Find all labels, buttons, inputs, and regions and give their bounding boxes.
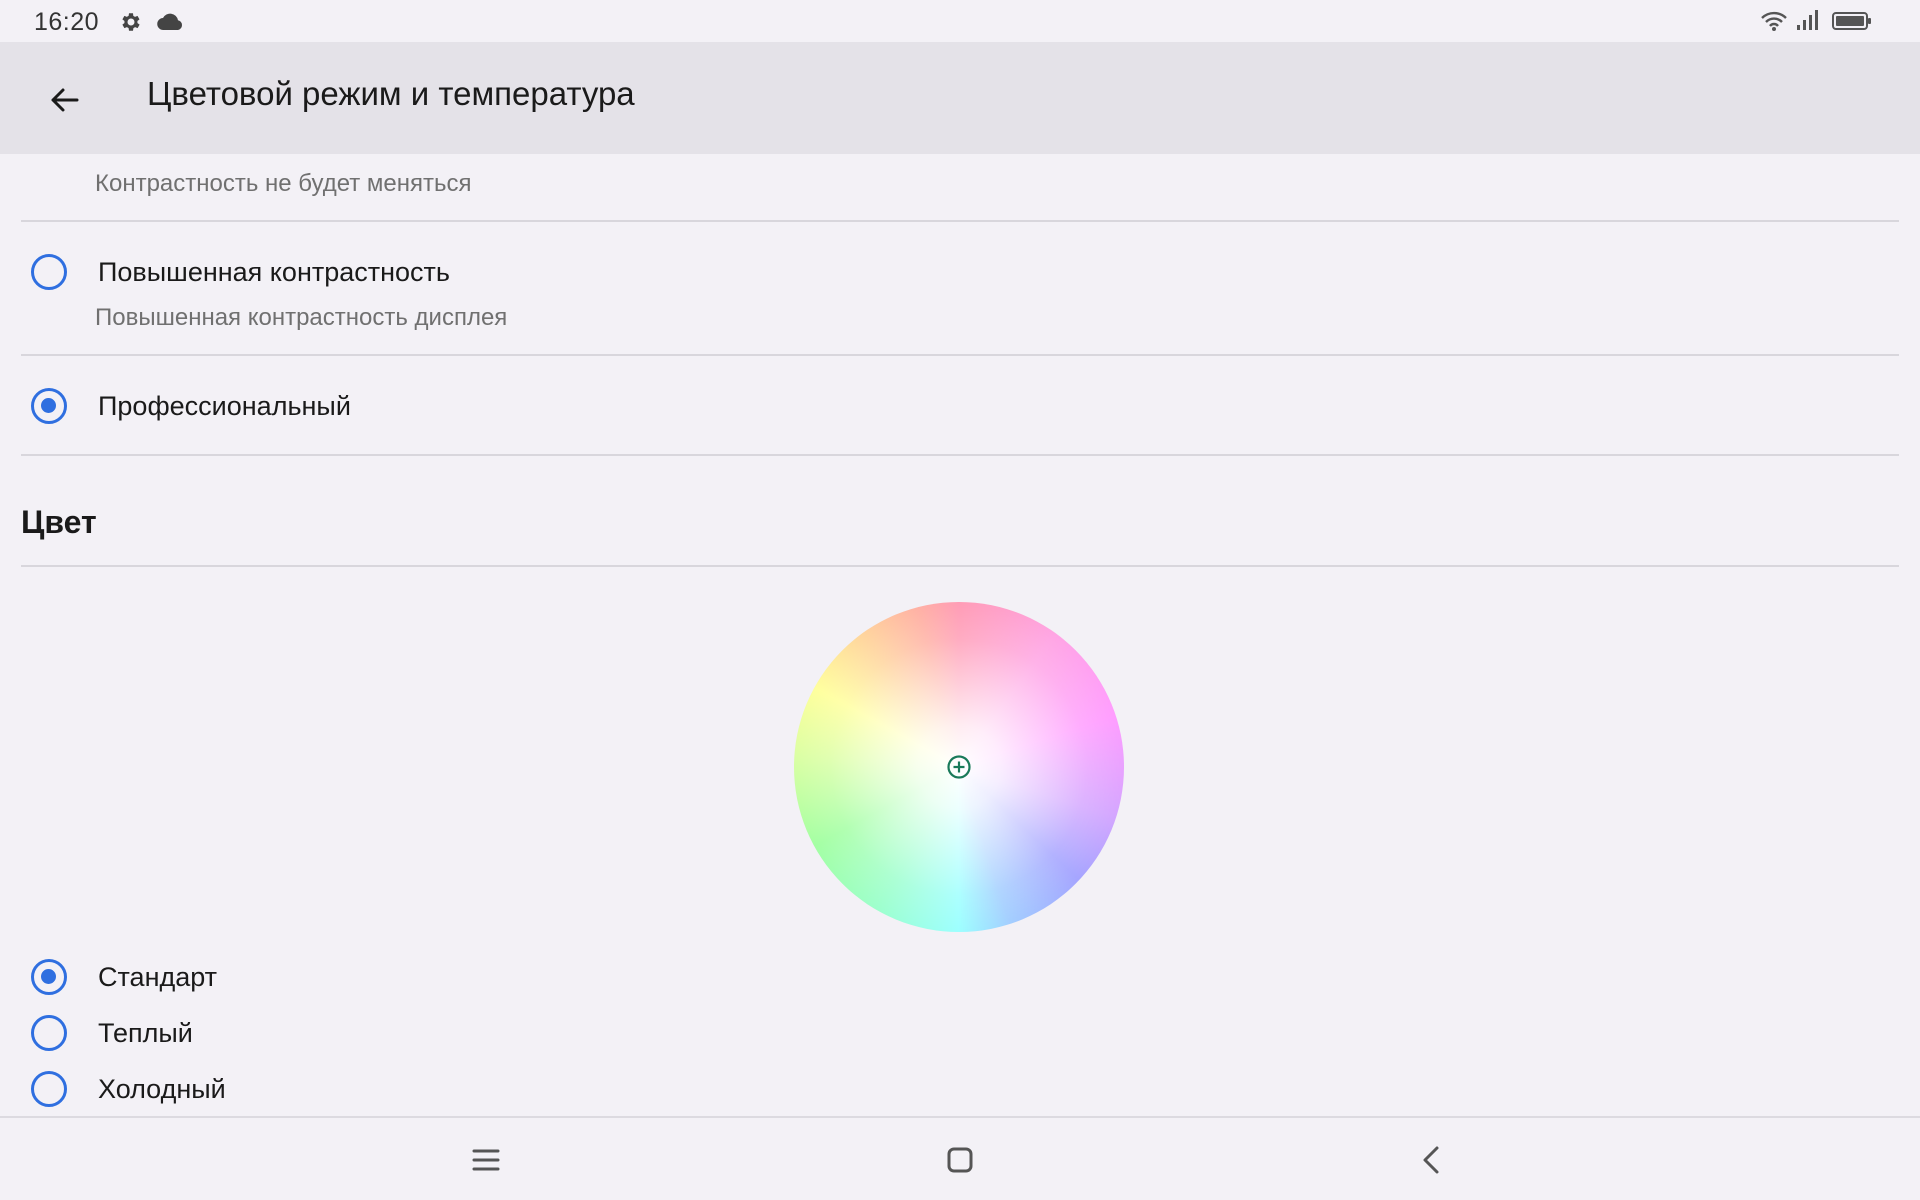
radio-professional[interactable] <box>31 388 67 424</box>
home-button[interactable] <box>938 1138 982 1182</box>
divider <box>21 454 1899 456</box>
radio-cold[interactable] <box>31 1071 67 1107</box>
option-title: Стандарт <box>98 962 218 992</box>
back-icon <box>1423 1146 1439 1174</box>
radio-standard[interactable] <box>31 959 67 995</box>
menu-icon <box>472 1149 500 1171</box>
cloud-icon <box>157 13 183 31</box>
divider <box>21 354 1899 356</box>
radio-warm[interactable] <box>31 1015 67 1051</box>
battery-icon <box>1832 12 1871 30</box>
section-header-color: Цвет <box>21 504 97 540</box>
option-title: Теплый <box>98 1018 193 1048</box>
navigation-bar <box>0 1116 1920 1200</box>
app-bar: Цветовой режим и температура <box>0 42 1920 154</box>
recents-button[interactable] <box>464 1138 508 1182</box>
wifi-icon <box>1761 11 1787 31</box>
divider <box>21 565 1899 567</box>
divider <box>21 220 1899 222</box>
signal-icon <box>1797 10 1818 30</box>
option-title: Профессиональный <box>98 391 351 421</box>
radio-high-contrast[interactable] <box>31 254 67 290</box>
back-button[interactable] <box>36 72 92 128</box>
option-title: Повышенная контрастность <box>98 257 450 287</box>
nav-back-button[interactable] <box>1410 1138 1454 1182</box>
option-subtitle: Повышенная контрастность дисплея <box>95 304 508 331</box>
gear-icon <box>122 13 140 31</box>
settings-content[interactable]: Контрастность не будет меняться Повышенн… <box>0 154 1920 1116</box>
page-title: Цветовой режим и температура <box>147 75 635 112</box>
arrow-left-icon <box>51 88 79 112</box>
home-icon <box>947 1147 973 1173</box>
option-title: Холодный <box>98 1074 226 1104</box>
status-time: 16:20 <box>34 8 100 36</box>
plus-circle-icon[interactable] <box>946 754 972 780</box>
option-subtitle: Контрастность не будет меняться <box>95 170 472 197</box>
status-bar: 16:20 <box>0 0 1920 42</box>
